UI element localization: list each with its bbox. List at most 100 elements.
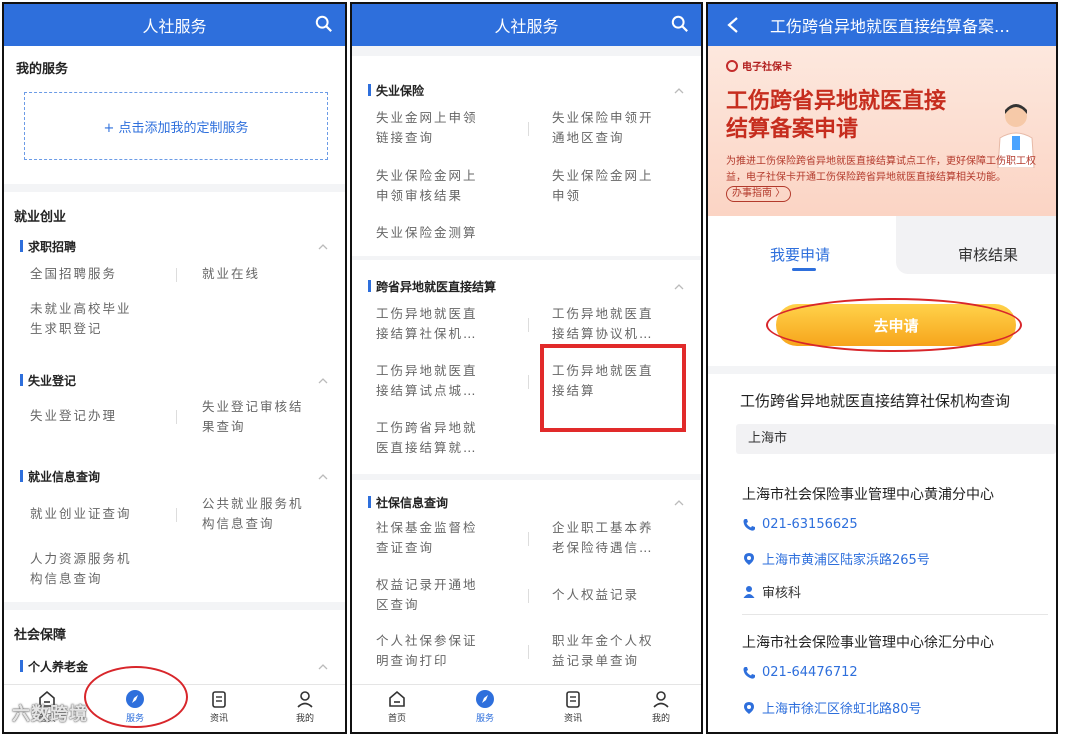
tab-bar: 我要申请 审核结果 [708,216,1056,286]
tab-mine[interactable]: 我的 [280,689,330,724]
banner-title: 工伤跨省异地就医直接 结算备案申请 [726,89,947,142]
divider [528,375,529,389]
service-item[interactable]: 区查询 [376,595,420,615]
service-item[interactable]: 果查询 [202,417,246,437]
search-icon[interactable] [671,15,689,33]
service-item[interactable]: 医直接结算就… [376,438,478,458]
service-item[interactable]: 工伤跨省异地就 [376,418,478,438]
divider [528,122,529,136]
service-item[interactable]: 查证查询 [376,538,434,558]
service-item[interactable]: 全国招聘服务 [30,264,117,284]
chevron-up-icon[interactable] [318,472,328,482]
service-item[interactable]: 链接查询 [376,128,434,148]
service-item[interactable]: 工伤异地就医直 [552,304,654,324]
page-title: 人社服务 [494,17,559,36]
panel-services-home: 人社服务 我的服务 + 点击添加我的定制服务 就业创业 求职招聘 全国招聘服务 … [2,2,347,734]
service-item[interactable]: 个人社保参保证 [376,631,478,651]
service-item[interactable]: 通地区查询 [552,128,625,148]
service-item[interactable]: 失业保险金网上 [552,166,654,186]
back-arrow-icon[interactable] [726,16,740,34]
service-item[interactable]: 企业职工基本养 [552,518,654,538]
divider [708,366,1056,374]
tab-home[interactable]: 首页 [372,689,422,724]
service-item[interactable]: 接结算试点城… [376,381,478,401]
divider [742,614,1048,615]
service-item[interactable]: 就业在线 [202,264,260,284]
divider [176,268,177,282]
chevron-up-icon[interactable] [674,498,684,508]
service-item[interactable]: 就业创业证查询 [30,504,132,524]
home-icon [389,690,405,707]
service-item[interactable]: 失业保险申领开 [552,108,654,128]
subsection-title: 求职招聘 [20,238,76,255]
service-item[interactable]: 权益记录开通地 [376,575,478,595]
org-name: 上海市社会保险事业管理中心徐汇分中心 [742,635,994,651]
document-icon [566,691,580,708]
tab-review-result[interactable]: 审核结果 [958,244,1018,265]
watermark: 六数跨境 [12,704,88,725]
address-row[interactable]: 上海市徐汇区徐虹北路80号 [742,698,922,717]
service-item[interactable]: 职业年金个人权 [552,631,654,651]
highlight-circle [766,298,1022,352]
chevron-up-icon[interactable] [318,376,328,386]
service-item[interactable]: 社保基金监督检 [376,518,478,538]
divider [528,645,529,659]
add-custom-service-button[interactable]: + 点击添加我的定制服务 [24,92,328,160]
divider [176,410,177,424]
service-item[interactable]: 老保险待遇信… [552,538,654,558]
banner: 电子社保卡 工伤跨省异地就医直接 结算备案申请 为推进工伤保险跨省异地就医直接结… [708,46,1056,216]
phone-icon [743,518,755,531]
tab-apply[interactable]: 我要申请 [770,244,830,265]
phone-row[interactable]: 021-63156625 [742,517,858,532]
tab-news[interactable]: 资讯 [548,689,598,724]
service-item[interactable]: 人力资源服务机 [30,549,132,569]
header-bar: 人社服务 [352,4,701,46]
tab-news[interactable]: 资讯 [194,689,244,724]
service-item[interactable]: 个人权益记录 [552,585,639,605]
location-pin-icon [744,701,754,714]
address-row[interactable]: 上海市黄浦区陆家浜路265号 [742,549,930,568]
service-item[interactable]: 构信息查询 [30,569,103,589]
subsection-title: 个人养老金 [20,658,88,675]
social-card-icon [726,59,738,72]
service-item[interactable]: 工伤异地就医直 [376,361,478,381]
service-item[interactable]: 失业保险金测算 [376,223,478,243]
subsection-title: 失业保险 [368,82,424,99]
service-item[interactable]: 益记录单查询 [552,651,639,671]
service-item[interactable]: 接结算协议机… [552,324,654,344]
document-icon [212,691,226,708]
tab-services[interactable]: 服务 [460,689,510,724]
city-selector[interactable]: 上海市 [736,424,1056,454]
subsection-title: 失业登记 [20,372,76,389]
phone-row[interactable]: 021-64476712 [742,665,858,680]
search-icon[interactable] [315,15,333,33]
service-item[interactable]: 失业登记审核结 [202,397,304,417]
chevron-up-icon[interactable] [318,662,328,672]
subsection-title: 跨省异地就医直接结算 [368,278,496,295]
service-item[interactable]: 生求职登记 [30,319,103,339]
service-item[interactable]: 未就业高校毕业 [30,299,132,319]
service-item[interactable]: 失业保险金网上 [376,166,478,186]
chevron-up-icon[interactable] [318,242,328,252]
service-item[interactable]: 构信息查询 [202,514,275,534]
chevron-up-icon[interactable] [674,86,684,96]
service-item[interactable]: 申领审核结果 [376,186,463,206]
service-item[interactable]: 工伤异地就医直 [376,304,478,324]
panel-filing-application: 工伤跨省异地就医直接结算备案… 电子社保卡 工伤跨省异地就医直接 结算备案申请 … [706,2,1058,734]
compass-icon [476,690,494,708]
divider [528,589,529,603]
chevron-up-icon[interactable] [674,282,684,292]
section-title: 就业创业 [14,210,67,225]
service-item[interactable]: 公共就业服务机 [202,494,304,514]
tab-mine[interactable]: 我的 [636,689,686,724]
service-item[interactable]: 明查询打印 [376,651,449,671]
guide-button[interactable]: 办事指南 〉 [726,186,792,202]
service-item[interactable]: 失业登记办理 [30,406,117,426]
department-row: 审核科 [742,582,801,601]
service-item[interactable]: 接结算社保机… [376,324,478,344]
user-icon [297,691,313,708]
service-item[interactable]: 失业金网上申领 [376,108,478,128]
service-item[interactable]: 申领 [552,186,581,206]
active-tab-indicator [792,268,816,271]
page-title: 人社服务 [142,17,207,36]
